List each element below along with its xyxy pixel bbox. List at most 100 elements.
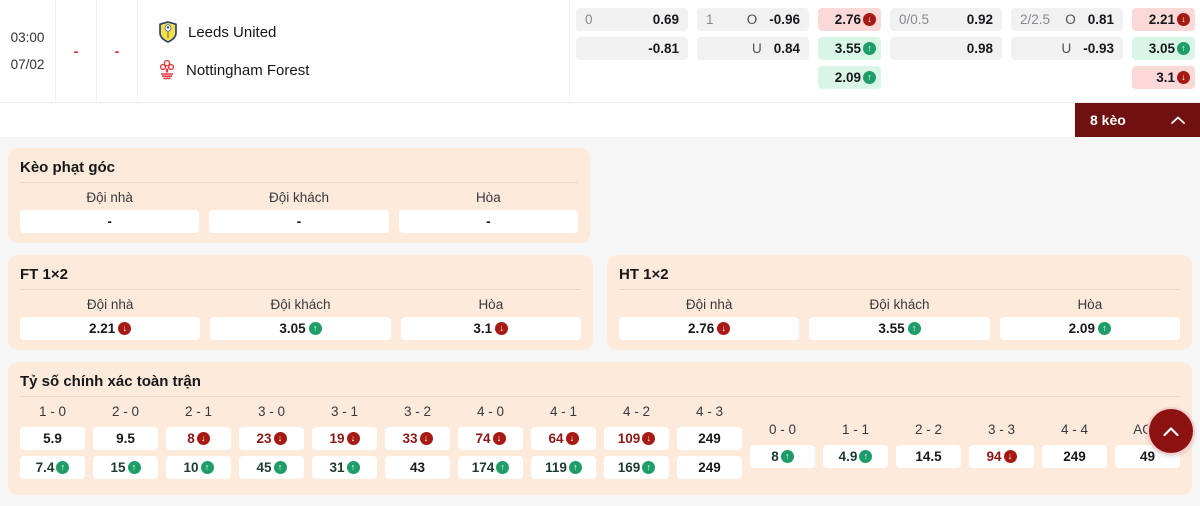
ft-1x2-value-2[interactable]: 3.1 ↓ [400, 317, 581, 340]
ht-handicap-row-0[interactable]: 0 0.69 [576, 8, 688, 31]
ht-1x2-value-0[interactable]: 2.76 ↓ [619, 317, 800, 340]
ht-1x2-cell-1[interactable]: 3.55 ↑ [818, 37, 881, 60]
ht-over-under-row-0[interactable]: 1 O -0.96 [697, 8, 809, 31]
ht-1x2-cell-0[interactable]: 2.76 ↓ [818, 8, 881, 31]
score-home-column: - [56, 0, 97, 102]
corner-value-2[interactable]: - [398, 210, 578, 233]
score-odds-cell[interactable]: 5.9 [20, 427, 85, 450]
odds-value: 3.1 [473, 321, 493, 336]
score-odds-cell[interactable]: 8 ↓ [166, 427, 231, 450]
score-away-column: - [97, 0, 138, 102]
score-odds-cell[interactable]: 45 ↑ [239, 456, 304, 479]
odds-value: -0.96 [769, 12, 800, 27]
odds-down-icon: ↓ [1003, 449, 1017, 463]
odds-up-icon: ↑ [200, 461, 214, 474]
ht-1x2-header-1: Đội khách [869, 297, 930, 312]
ht-handicap-row-1[interactable]: -0.81 [576, 37, 688, 60]
chevron-up-icon [1163, 426, 1179, 436]
odds-value: 249 [698, 460, 721, 475]
keo-count-toggle[interactable]: 8 kèo [1075, 103, 1200, 137]
ft-handicap-row-0[interactable]: 0/0.5 0.92 [890, 8, 1002, 31]
odds-up-icon: ↑ [308, 322, 322, 335]
score-odds-cell[interactable]: 14.5 [896, 444, 961, 468]
score-odds-cell[interactable]: 64 ↓ [531, 427, 596, 450]
score-away: - [114, 43, 120, 59]
ft-handicap-row-1[interactable]: 0.98 [890, 37, 1002, 60]
ht-1x2-value-2[interactable]: 2.09 ↑ [999, 317, 1180, 340]
score-label: 1 - 1 [841, 421, 869, 437]
odds-up-icon: ↑ [127, 461, 141, 474]
ht-1x2-cell-2[interactable]: 2.09 ↑ [818, 66, 881, 89]
odds-value: - [486, 214, 491, 229]
score-odds-cell[interactable]: 8 ↑ [750, 444, 815, 468]
odds-value: 15 [110, 460, 126, 475]
odds-group-ft-1x2: 2.21 ↓ 3.05 ↑ 3.1 ↓ [1132, 8, 1195, 89]
odds-value: 19 [329, 431, 345, 446]
odds-up-icon: ↑ [863, 71, 876, 84]
score-column-4-4: 4 - 4 249 [1042, 404, 1107, 485]
score-odds-cell[interactable]: 31 ↑ [312, 456, 377, 479]
away-team[interactable]: Nottingham Forest [158, 59, 569, 81]
ft-1x2-cell-2[interactable]: 3.1 ↓ [1132, 66, 1195, 89]
ft-over-under-row-1[interactable]: U -0.93 [1011, 37, 1123, 60]
score-label: 4 - 2 [622, 404, 650, 419]
ht-over-under-row-1[interactable]: U 0.84 [697, 37, 809, 60]
odds-value: 0.69 [652, 12, 679, 27]
score-odds-cell[interactable]: 109 ↓ [604, 427, 669, 450]
score-odds-cell[interactable]: 9.5 [93, 427, 158, 450]
ft-over-under-row-0[interactable]: 2/2.5 O 0.81 [1011, 8, 1123, 31]
score-odds-cell[interactable]: 249 [1042, 444, 1107, 468]
odds-up-icon: ↑ [346, 461, 360, 474]
score-label: 4 - 3 [695, 404, 723, 419]
ft-1x2-value-1[interactable]: 3.05 ↑ [210, 317, 391, 340]
odds-down-icon: ↓ [495, 322, 509, 335]
ht-1x2-card: HT 1×2 Đội nhà Đội khách Hòa 2.76 ↓ 3.55 ↑ 2.0… [607, 255, 1192, 350]
score-odds-cell[interactable]: 169 ↑ [604, 456, 669, 479]
score-odds-cell[interactable]: 249 [677, 456, 742, 479]
corner-header-0: Đội nhà [86, 190, 133, 205]
correct-score-title: Tỷ số chính xác toàn trận [20, 370, 1180, 397]
ft-1x2-header-2: Hòa [478, 297, 504, 312]
ht-1x2-value-1[interactable]: 3.55 ↑ [809, 317, 990, 340]
ft-1x2-cell-0[interactable]: 2.21 ↓ [1132, 8, 1195, 31]
odds-value: 109 [617, 431, 641, 446]
score-odds-cell[interactable]: 23 ↓ [239, 427, 304, 450]
score-odds-cell[interactable]: 94 ↓ [969, 444, 1034, 468]
scroll-top-button[interactable] [1149, 409, 1193, 453]
ft-1x2-value-0[interactable]: 2.21 ↓ [20, 317, 201, 340]
score-label: 2 - 2 [914, 421, 942, 437]
score-odds-cell[interactable]: 249 [677, 427, 742, 450]
score-odds-cell[interactable]: 43 [385, 456, 450, 479]
score-odds-cell[interactable]: 33 ↓ [385, 427, 450, 450]
corner-value-0[interactable]: - [20, 210, 200, 233]
score-label: 4 - 1 [549, 404, 577, 419]
score-odds-cell[interactable]: 174 ↑ [458, 456, 523, 479]
corner-value-1[interactable]: - [209, 210, 389, 233]
score-odds-cell[interactable]: 10 ↑ [166, 456, 231, 479]
ht-1x2-title: HT 1×2 [619, 263, 1180, 290]
ft-1x2-cell-1[interactable]: 3.05 ↑ [1132, 37, 1195, 60]
score-odds-cell[interactable]: 19 ↓ [312, 427, 377, 450]
score-column-4-2: 4 - 2 109 ↓ 169 ↑ [604, 404, 669, 485]
corner-odds-title: Kèo phạt góc [20, 156, 578, 183]
score-odds-cell[interactable]: 119 ↑ [531, 456, 596, 479]
home-team[interactable]: Leeds United [158, 21, 569, 43]
match-time: 03:00 [10, 30, 45, 45]
score-odds-cell[interactable]: 7.4 ↑ [20, 456, 85, 479]
score-column-3-0: 3 - 0 23 ↓ 45 ↑ [239, 404, 304, 485]
odds-down-icon: ↓ [196, 432, 210, 445]
odds-up-icon: ↑ [780, 449, 794, 463]
score-odds-cell[interactable]: 4.9 ↑ [823, 444, 888, 468]
score-label: 2 - 1 [184, 404, 212, 419]
score-column-4-0: 4 - 0 74 ↓ 174 ↑ [458, 404, 523, 485]
odds-down-icon: ↓ [1177, 71, 1190, 84]
odds-value: 4.9 [838, 448, 858, 464]
score-home: - [73, 43, 79, 59]
odds-value: 2.21 [89, 321, 116, 336]
score-odds-cell[interactable]: 74 ↓ [458, 427, 523, 450]
odds-value: 10 [183, 460, 199, 475]
score-odds-cell[interactable]: 15 ↑ [93, 456, 158, 479]
odds-up-icon: ↑ [642, 461, 656, 474]
score-label: 1 - 0 [38, 404, 66, 419]
ht-1x2-headers: Đội nhà Đội khách Hòa [619, 297, 1180, 312]
